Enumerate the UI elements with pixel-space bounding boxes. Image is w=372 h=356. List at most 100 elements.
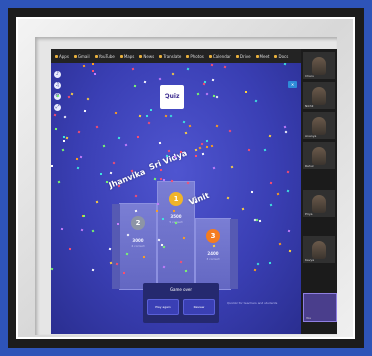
bookmark-item[interactable]: Drive [235,54,251,59]
confetti-piece [95,125,99,129]
bookmark-item[interactable]: Translate [159,54,181,59]
confetti-piece [82,64,86,68]
participant-video [312,147,326,165]
confetti-piece [188,124,192,128]
confetti-piece [133,84,137,88]
confetti-piece [136,135,140,139]
confetti-piece [158,141,162,145]
music-icon[interactable]: ♫ [54,82,61,89]
confetti-piece [198,146,202,150]
confetti-piece [51,267,54,271]
confetti-piece [215,95,219,99]
winner-name-second: Jhanvika [107,167,147,190]
quiz-leaderboard: ♪ ♫ ⚙ ⤢ Quiz ✕ Jhanvika 2 3000 4 correct… [51,63,301,334]
bookmark-icon [208,54,212,58]
confetti-piece [212,166,216,170]
confetti-piece [171,72,175,76]
bookmark-icon [55,54,58,58]
volume-icon[interactable]: ♪ [54,71,61,78]
confetti-piece [112,161,116,165]
participant-strip: Charu Nikhil Ananya Rahul Priya Kavya Yo… [301,49,337,334]
bookmark-item[interactable]: YouTube [94,54,115,59]
confetti-piece [283,125,287,129]
winner-sub-third: 3 correct [206,257,220,261]
confetti-piece [116,222,120,226]
confetti-piece [147,121,151,125]
participant-video [312,117,326,135]
bookmarks-bar: Apps Gmail YouTube Maps News Translate P… [51,49,305,63]
confetti-piece [57,180,61,184]
confetti-piece [117,136,121,140]
podium-side [230,219,238,289]
confetti-piece [68,247,72,251]
close-icon[interactable]: ✕ [288,81,297,88]
participant-tile[interactable]: Charu [303,52,335,79]
confetti-piece [215,124,219,128]
confetti-piece [258,219,262,223]
bookmark-icon [139,54,143,58]
confetti-piece [286,170,290,174]
confetti-piece [75,157,79,161]
photograph: { "toolbar": { "items": ["Apps", "Gmail"… [0,0,372,356]
bookmark-item[interactable]: Photos [186,54,204,59]
participant-tile[interactable]: Ananya [303,112,335,139]
participant-tile-self[interactable]: You [303,293,337,322]
confetti-piece [122,271,126,275]
confetti-piece [210,63,214,67]
confetti-piece [80,228,84,232]
confetti-piece [131,67,135,71]
podium-third: 3 2400 3 correct [195,218,238,290]
confetti-piece [210,144,214,148]
confetti-piece [153,177,157,181]
confetti-piece [158,77,162,81]
bookmark-item[interactable]: Calendar [208,54,231,59]
confetti-piece [108,247,112,251]
participant-tile[interactable]: Nikhil [303,82,335,109]
participant-tile[interactable]: Kavya [303,236,335,263]
winner-score-third: 2400 [207,251,219,256]
podium-second: 2 3000 4 correct [112,203,157,290]
review-button[interactable]: Review [183,299,215,315]
confetti-piece [93,72,97,76]
rank-badge-first: 1 [169,192,183,206]
footer-text: Quizizz for teachers and students [227,301,278,305]
confetti-piece [62,135,66,139]
bookmark-item[interactable]: Gmail [73,54,90,59]
confetti-piece [142,255,146,259]
winner-score-second: 3000 [132,238,144,243]
confetti-piece [269,181,273,185]
confetti-piece [109,171,113,175]
participant-tile[interactable]: Rahul [303,142,335,169]
bookmark-item[interactable]: Docs [274,54,288,59]
participant-tile[interactable]: Priya [303,190,335,217]
fullscreen-icon[interactable]: ⤢ [54,104,61,111]
confetti-piece [145,114,149,118]
bookmark-item[interactable]: Maps [119,54,134,59]
confetti-piece [138,114,142,118]
bookmark-item[interactable]: Meet [255,54,269,59]
confetti-piece [202,82,206,86]
confetti-piece [230,165,234,169]
play-again-button[interactable]: Play again [147,299,179,315]
confetti-piece [205,139,209,143]
confetti-piece [205,145,209,149]
bookmark-item[interactable]: News [139,54,154,59]
confetti-piece [241,207,245,211]
confetti-piece [196,92,200,96]
confetti-piece [91,229,95,233]
bookmark-item[interactable]: Apps [55,54,69,59]
bookmark-icon [255,54,259,58]
rank-badge-second: 2 [131,216,145,230]
quiz-logo: Quiz [160,85,184,109]
confetti-piece [283,63,287,66]
confetti-piece [254,99,258,103]
confetti-piece [288,249,292,253]
confetti-piece [268,134,272,138]
confetti-piece [86,97,90,101]
confetti-piece [79,155,83,159]
confetti-piece [83,109,87,113]
confetti-piece [228,129,232,133]
confetti-piece [156,202,160,206]
podium-side [112,204,120,289]
confetti-piece [65,136,69,140]
